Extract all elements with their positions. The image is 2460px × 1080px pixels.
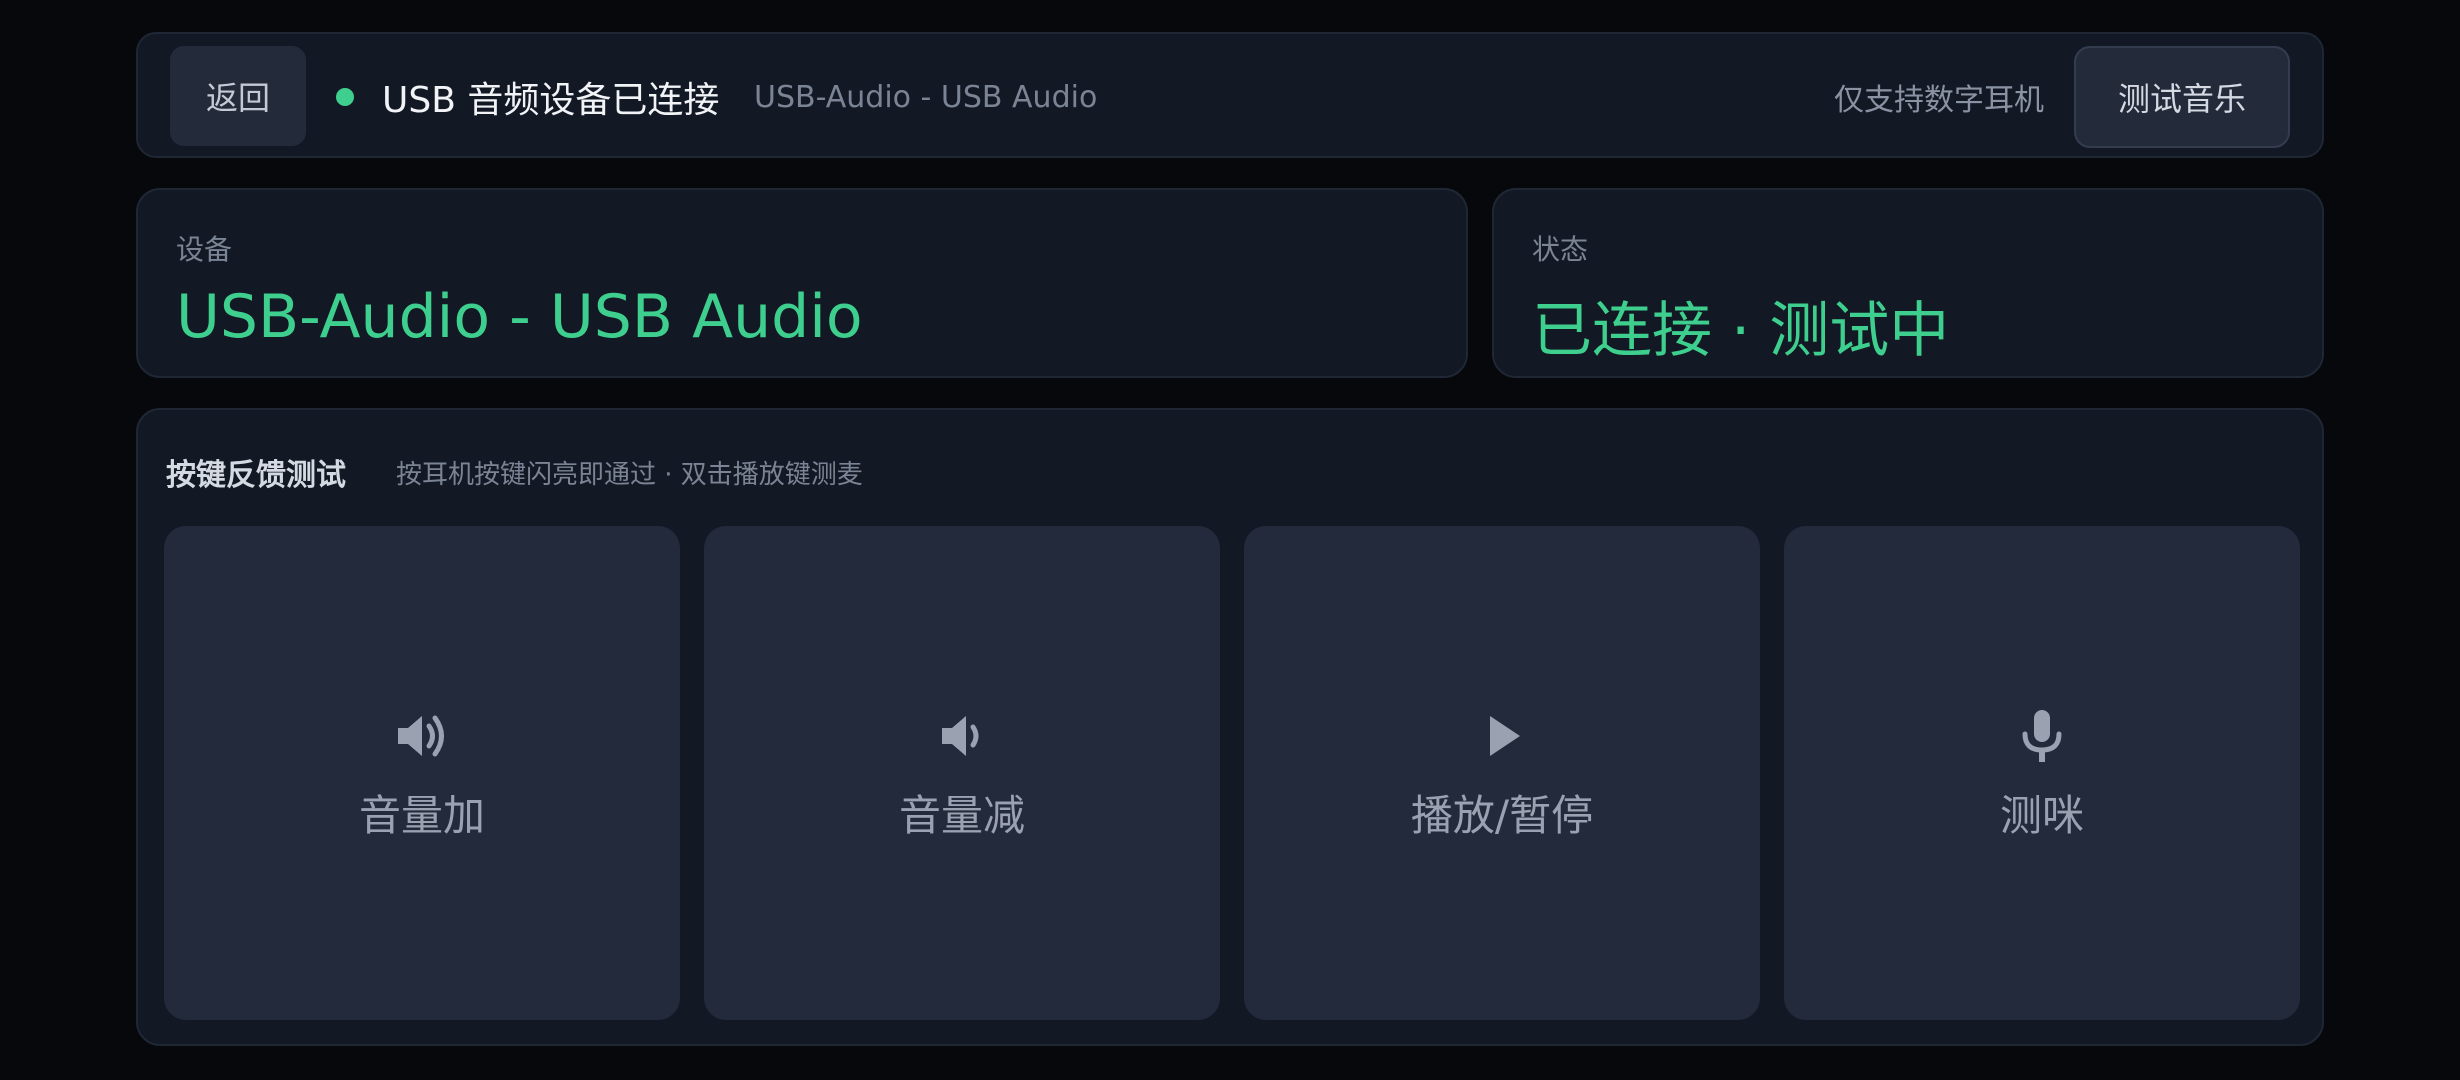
microphone-icon (2010, 704, 2074, 768)
status-value: 已连接 · 测试中 (1532, 296, 1950, 366)
key-label-volume-up: 音量加 (358, 790, 485, 840)
key-tile-mic-test[interactable]: 测咪 (1784, 526, 2300, 1020)
status-card: 状态 已连接 · 测试中 (1492, 188, 2324, 378)
device-value: USB-Audio - USB Audio (176, 282, 863, 352)
digital-only-notice: 仅支持数字耳机 (1834, 83, 2044, 118)
key-label-play-pause: 播放/暂停 (1410, 790, 1594, 840)
connection-title: USB 音频设备已连接 (382, 80, 720, 121)
key-tile-volume-up[interactable]: 音量加 (164, 526, 680, 1020)
key-label-volume-down: 音量减 (898, 790, 1025, 840)
status-label: 状态 (1532, 233, 1589, 266)
key-test-title: 按键反馈测试 (166, 458, 346, 493)
key-test-panel: 按键反馈测试 按耳机按键闪亮即通过 · 双击播放键测麦 音量加 音量减 播放/暂… (136, 408, 2324, 1046)
device-label: 设备 (176, 233, 233, 266)
key-test-hint: 按耳机按键闪亮即通过 · 双击播放键测麦 (396, 460, 863, 490)
key-label-mic-test: 测咪 (1999, 790, 2084, 840)
key-tile-play-pause[interactable]: 播放/暂停 (1244, 526, 1760, 1020)
volume-up-icon (390, 704, 454, 768)
connection-device-name: USB-Audio - USB Audio (754, 79, 1098, 115)
play-icon (1470, 704, 1534, 768)
device-card: 设备 USB-Audio - USB Audio (136, 188, 1468, 378)
test-music-button[interactable]: 测试音乐 (2074, 46, 2290, 148)
back-button[interactable]: 返回 (170, 46, 306, 146)
volume-down-icon (930, 704, 994, 768)
top-bar: 返回 USB 音频设备已连接 USB-Audio - USB Audio 仅支持… (136, 32, 2324, 158)
key-tile-volume-down[interactable]: 音量减 (704, 526, 1220, 1020)
connection-status-dot (336, 88, 354, 106)
